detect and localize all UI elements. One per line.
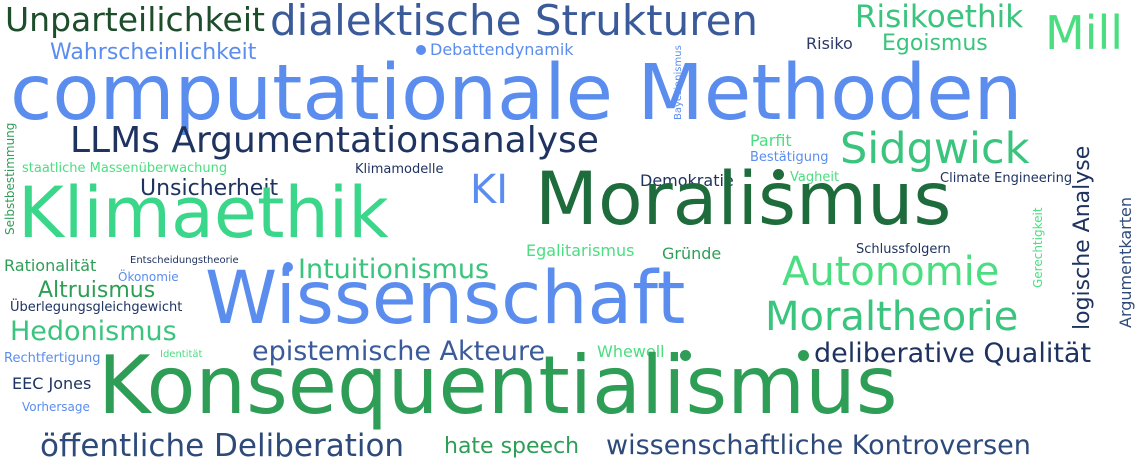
word-klimaethik: Klimaethik: [18, 172, 389, 254]
dot-marker: [416, 45, 426, 55]
word-cloud: Unparteilichkeit dialektische Strukturen…: [0, 0, 1140, 465]
word-mill: Mill: [1045, 6, 1124, 60]
word-rechtfertigung: Rechtfertigung: [4, 351, 101, 366]
word-wissenschaft: Wissenschaft: [205, 256, 686, 341]
word-unparteilichkeit: Unparteilichkeit: [5, 0, 265, 39]
dot-marker: [680, 350, 691, 361]
word-ki: KI: [470, 167, 509, 213]
word-moralismus: Moralismus: [535, 157, 952, 242]
word-risikoethik: Risikoethik: [855, 0, 1024, 35]
word-rationalitaet: Rationalität: [4, 256, 97, 275]
word-wissenschaftliche-kontroversen: wissenschaftliche Kontroversen: [606, 430, 1031, 461]
word-llms-argumentationsanalyse: LLMs Argumentationsanalyse: [70, 120, 599, 161]
word-ueberlegungsgleichgewicht: Überlegungsgleichgewicht: [10, 300, 183, 315]
word-konsequentialismus: Konsequentialismus: [98, 339, 898, 432]
word-hate-speech: hate speech: [444, 434, 580, 459]
word-eec-jones: EEC Jones: [12, 374, 92, 393]
word-dialektische-strukturen: dialektische Strukturen: [270, 0, 759, 45]
dot-marker: [773, 169, 784, 180]
word-vorhersage: Vorhersage: [22, 400, 90, 414]
word-autonomie: Autonomie: [782, 249, 1000, 295]
word-gerechtigkeit: Gerechtigkeit: [1031, 207, 1045, 288]
dot-marker: [283, 262, 293, 272]
dot-marker: [798, 350, 809, 361]
word-argumentkarten: Argumentkarten: [1116, 196, 1135, 328]
word-climate-engineering: Climate Engineering: [940, 171, 1073, 186]
word-oeffentliche-deliberation: öffentliche Deliberation: [40, 428, 405, 464]
word-altruismus: Altruismus: [38, 278, 156, 303]
word-parfit: Parfit: [750, 131, 792, 150]
word-logische-analyse: logische Analyse: [1070, 145, 1095, 330]
word-moraltheorie: Moraltheorie: [765, 294, 1019, 340]
word-selbstbestimmung: Selbstbestimmung: [3, 122, 17, 235]
